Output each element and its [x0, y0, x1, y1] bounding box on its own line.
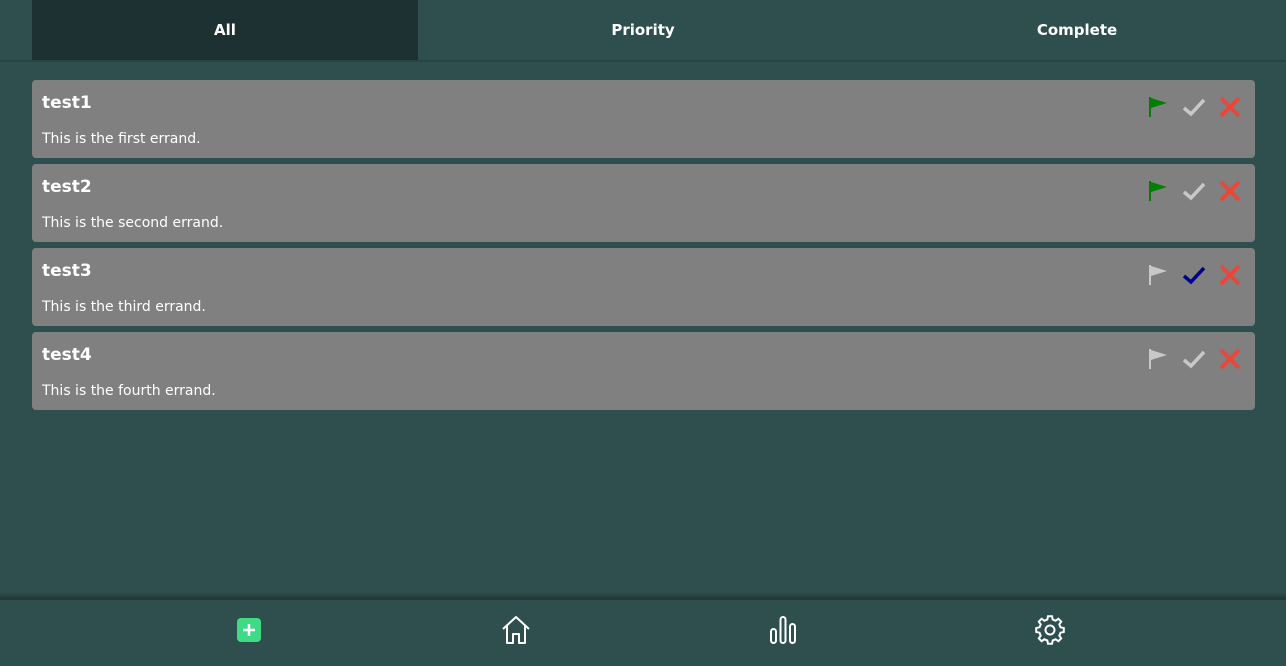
tab-priority-label: Priority	[611, 21, 675, 39]
tab-complete[interactable]: Complete	[868, 0, 1286, 60]
complete-check-button[interactable]	[1181, 346, 1207, 372]
add-errand-button[interactable]	[233, 614, 265, 646]
tab-all-label: All	[214, 21, 236, 39]
gear-icon	[1035, 615, 1065, 645]
errand-title: test3	[42, 261, 92, 281]
errand-card[interactable]: test1 This is the first errand.	[32, 80, 1255, 158]
delete-button[interactable]	[1217, 94, 1243, 120]
close-icon	[1219, 348, 1241, 370]
tab-priority[interactable]: Priority	[418, 0, 868, 60]
delete-button[interactable]	[1217, 178, 1243, 204]
close-icon	[1219, 264, 1241, 286]
errand-description: This is the first errand.	[42, 131, 201, 147]
check-icon	[1182, 182, 1206, 201]
errand-actions	[1145, 178, 1243, 204]
flag-icon	[1149, 265, 1167, 285]
priority-flag-button[interactable]	[1145, 262, 1171, 288]
errand-actions	[1145, 262, 1243, 288]
settings-button[interactable]	[1034, 614, 1066, 646]
errand-description: This is the fourth errand.	[42, 383, 216, 399]
errand-actions	[1145, 346, 1243, 372]
bar-chart-icon	[770, 616, 796, 644]
check-icon	[1182, 266, 1206, 285]
errand-actions	[1145, 94, 1243, 120]
tab-bar: All Priority Complete	[32, 0, 1286, 60]
delete-button[interactable]	[1217, 262, 1243, 288]
errand-title: test4	[42, 345, 92, 365]
priority-flag-button[interactable]	[1145, 346, 1171, 372]
flag-icon	[1149, 181, 1167, 201]
home-icon	[502, 616, 530, 644]
check-icon	[1182, 98, 1206, 117]
complete-check-button[interactable]	[1181, 178, 1207, 204]
close-icon	[1219, 96, 1241, 118]
complete-check-button[interactable]	[1181, 262, 1207, 288]
errand-card[interactable]: test4 This is the fourth errand.	[32, 332, 1255, 410]
errand-list: test1 This is the first errand. test2 Th…	[32, 80, 1255, 416]
tab-all[interactable]: All	[32, 0, 418, 60]
errand-description: This is the third errand.	[42, 299, 206, 315]
flag-icon	[1149, 97, 1167, 117]
errand-title: test2	[42, 177, 92, 197]
stats-button[interactable]	[767, 614, 799, 646]
tab-complete-label: Complete	[1036, 21, 1118, 39]
delete-button[interactable]	[1217, 346, 1243, 372]
flag-icon	[1149, 349, 1167, 369]
errand-card[interactable]: test3 This is the third errand.	[32, 248, 1255, 326]
priority-flag-button[interactable]	[1145, 178, 1171, 204]
check-icon	[1182, 350, 1206, 369]
tab-bar-divider	[0, 60, 1286, 62]
errand-description: This is the second errand.	[42, 215, 224, 231]
complete-check-button[interactable]	[1181, 94, 1207, 120]
errand-card[interactable]: test2 This is the second errand.	[32, 164, 1255, 242]
close-icon	[1219, 180, 1241, 202]
bottom-nav	[0, 599, 1286, 666]
priority-flag-button[interactable]	[1145, 94, 1171, 120]
plus-square-icon	[237, 618, 261, 642]
errand-title: test1	[42, 93, 92, 113]
home-button[interactable]	[500, 614, 532, 646]
